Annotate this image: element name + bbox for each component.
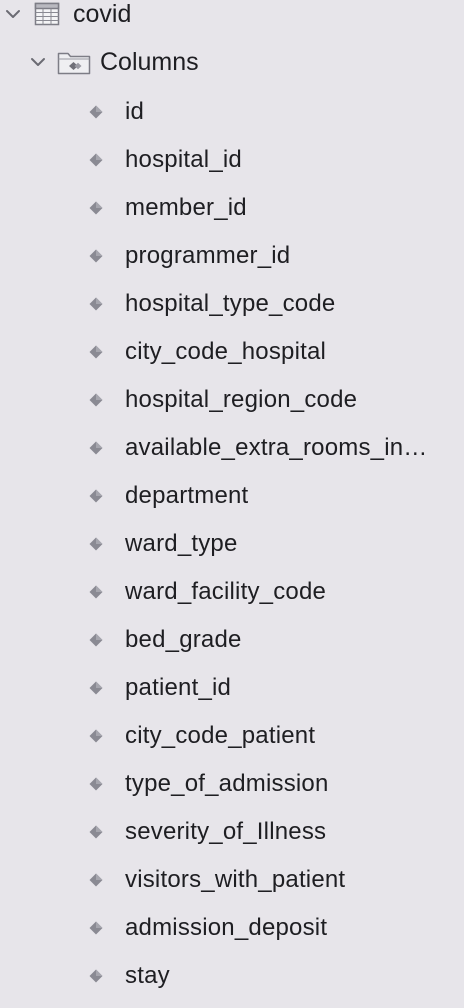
chevron-down-icon[interactable] — [3, 4, 23, 24]
column-item[interactable]: severity_of_Illness — [0, 808, 464, 856]
column-name-label: visitors_with_patient — [125, 866, 346, 893]
column-diamond-icon — [89, 777, 103, 791]
columns-folder-label: Columns — [100, 47, 199, 76]
column-diamond-icon — [89, 345, 103, 359]
column-name-label: hospital_region_code — [125, 386, 358, 413]
column-item[interactable]: ward_type — [0, 520, 464, 568]
column-diamond-icon — [89, 681, 103, 695]
chevron-down-icon[interactable] — [28, 52, 48, 72]
column-diamond-icon — [89, 873, 103, 887]
column-item[interactable]: admission_deposit — [0, 904, 464, 952]
columns-folder-icon — [57, 49, 91, 75]
column-diamond-icon — [89, 393, 103, 407]
column-name-label: programmer_id — [125, 242, 291, 269]
table-icon — [34, 2, 60, 26]
column-diamond-icon — [89, 297, 103, 311]
column-diamond-icon — [89, 729, 103, 743]
column-item[interactable]: available_extra_rooms_in… — [0, 424, 464, 472]
column-name-label: member_id — [125, 194, 247, 221]
column-item[interactable]: programmer_id — [0, 232, 464, 280]
column-item[interactable]: ward_facility_code — [0, 568, 464, 616]
column-item[interactable]: hospital_id — [0, 136, 464, 184]
column-item[interactable]: hospital_region_code — [0, 376, 464, 424]
column-name-label: city_code_patient — [125, 722, 316, 749]
column-name-label: admission_deposit — [125, 914, 328, 941]
column-name-label: department — [125, 482, 249, 509]
column-diamond-icon — [89, 105, 103, 119]
column-diamond-icon — [89, 249, 103, 263]
column-name-label: ward_type — [125, 530, 238, 557]
column-item[interactable]: city_code_hospital — [0, 328, 464, 376]
column-item[interactable]: department — [0, 472, 464, 520]
column-diamond-icon — [89, 153, 103, 167]
column-item[interactable]: stay — [0, 952, 464, 1000]
column-diamond-icon — [89, 489, 103, 503]
column-name-label: stay — [125, 962, 170, 989]
column-name-label: hospital_type_code — [125, 290, 336, 317]
column-name-label: ward_facility_code — [125, 578, 327, 605]
column-diamond-icon — [89, 201, 103, 215]
tree-node-table[interactable]: covid — [0, 0, 131, 34]
column-name-label: hospital_id — [125, 146, 242, 173]
column-diamond-icon — [89, 537, 103, 551]
column-name-label: id — [125, 98, 145, 125]
column-item[interactable]: patient_id — [0, 664, 464, 712]
column-item[interactable]: bed_grade — [0, 616, 464, 664]
column-name-label: city_code_hospital — [125, 338, 327, 365]
column-name-label: available_extra_rooms_in… — [125, 434, 428, 461]
column-name-label: severity_of_Illness — [125, 818, 327, 845]
column-diamond-icon — [89, 969, 103, 983]
tree-node-columns-folder[interactable]: Columns — [0, 42, 199, 82]
column-item[interactable]: hospital_type_code — [0, 280, 464, 328]
column-name-label: patient_id — [125, 674, 232, 701]
column-diamond-icon — [89, 825, 103, 839]
column-item[interactable]: visitors_with_patient — [0, 856, 464, 904]
database-tree: covid Columns id hospital_id member_idprog… — [0, 0, 464, 1008]
column-item[interactable]: id — [0, 88, 464, 136]
column-diamond-icon — [89, 921, 103, 935]
column-item[interactable]: type_of_admission — [0, 760, 464, 808]
table-name-label: covid — [73, 0, 132, 28]
column-item[interactable]: member_id — [0, 184, 464, 232]
column-item[interactable]: city_code_patient — [0, 712, 464, 760]
column-list: id hospital_id member_id programmer_idhospi… — [0, 88, 464, 1000]
column-diamond-icon — [89, 633, 103, 647]
column-name-label: type_of_admission — [125, 770, 329, 797]
column-diamond-icon — [89, 441, 103, 455]
column-name-label: bed_grade — [125, 626, 242, 653]
column-diamond-icon — [89, 585, 103, 599]
